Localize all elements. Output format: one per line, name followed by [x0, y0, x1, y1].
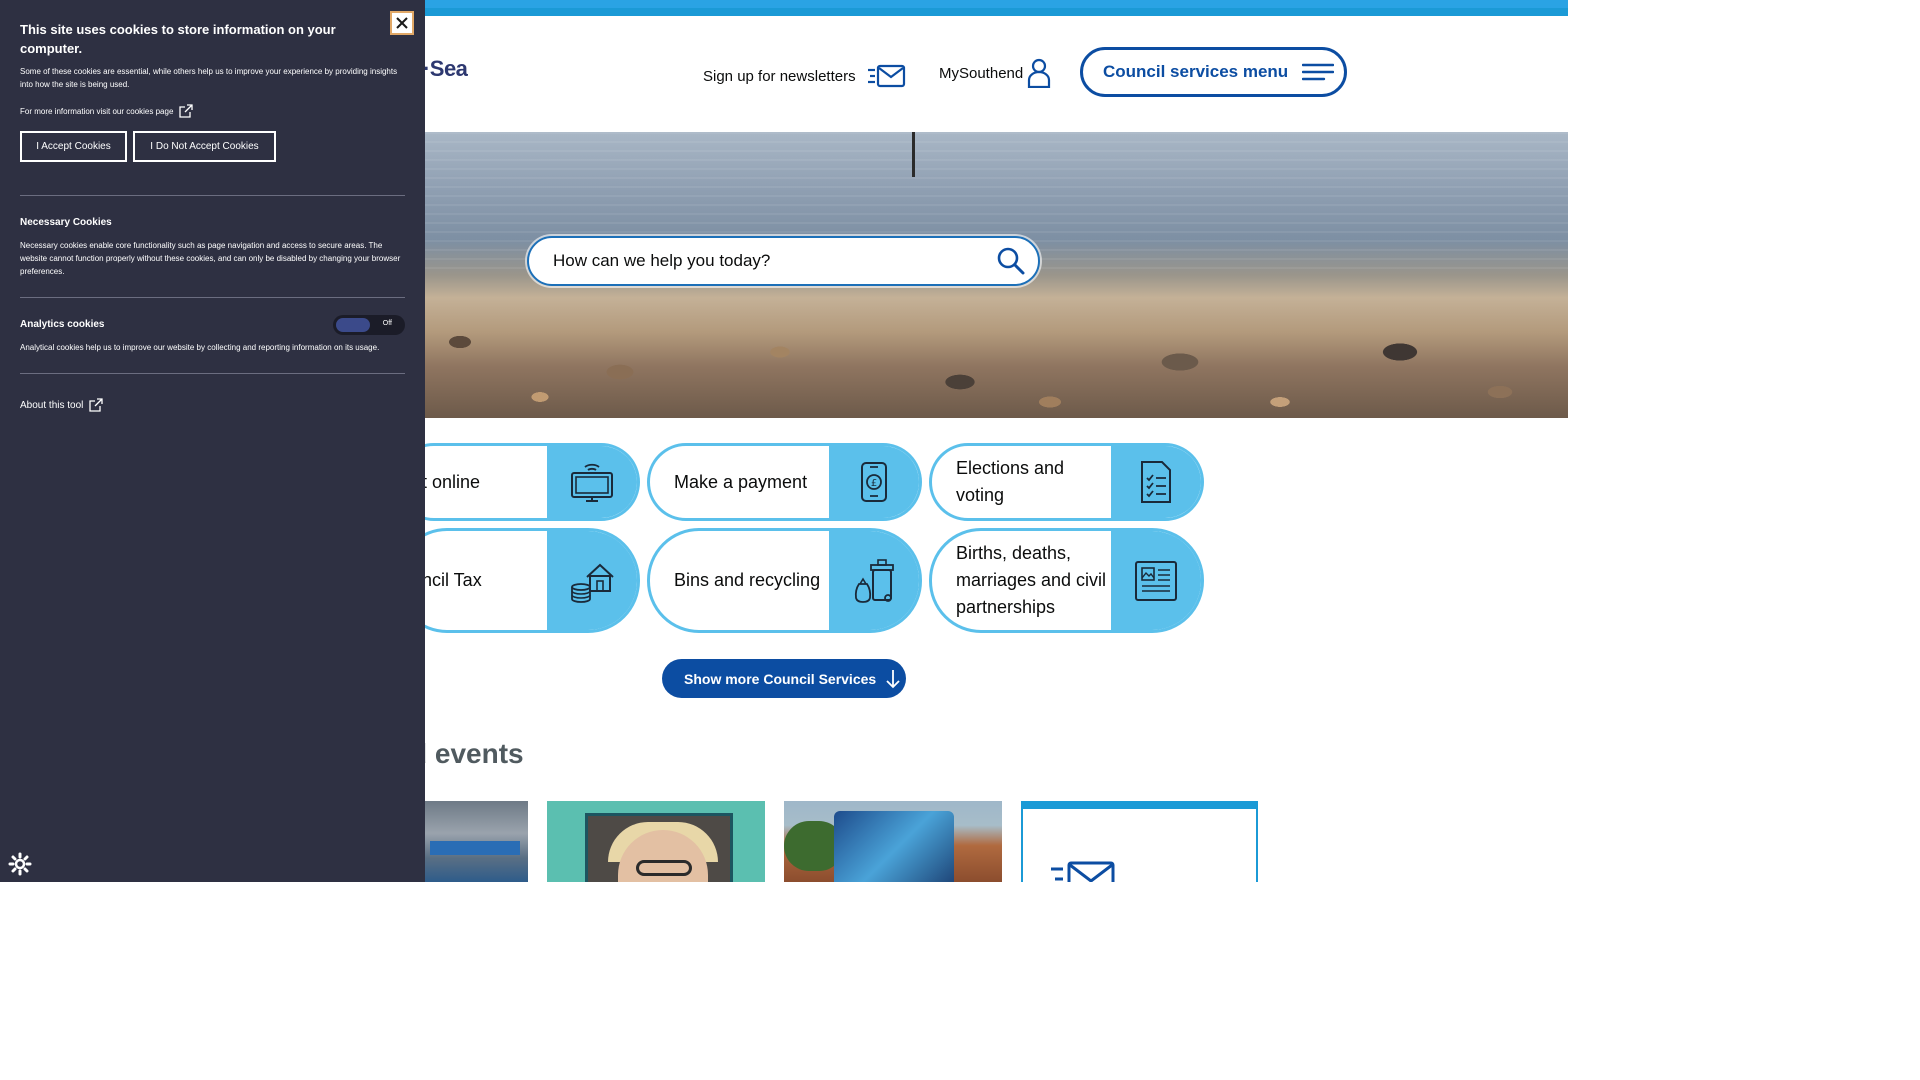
analytics-cookies-heading: Analytics cookies [20, 319, 105, 330]
house-coins-icon [547, 531, 637, 630]
svg-text:£: £ [871, 478, 877, 489]
card-portrait-glasses [636, 860, 692, 876]
external-link-icon [89, 398, 104, 412]
arrow-down-icon [886, 669, 900, 688]
news-card-portrait[interactable] [547, 801, 765, 882]
tile-label: Births, deaths, marriages and civil part… [956, 543, 1107, 617]
document-icon [1111, 531, 1201, 630]
close-icon[interactable] [390, 11, 414, 35]
council-services-menu-label: Council services menu [1103, 62, 1289, 81]
analytics-cookies-toggle[interactable]: Off [333, 315, 405, 335]
about-this-tool-label: About this tool [20, 399, 84, 411]
cookie-intro: Some of these cookies are essential, whi… [20, 67, 398, 89]
cookie-title: This site uses cookies to store informat… [20, 22, 336, 56]
hero-pole [912, 132, 915, 177]
search-input[interactable] [553, 251, 983, 271]
council-services-menu-button[interactable]: Council services menu [1080, 47, 1347, 97]
search-icon[interactable] [996, 246, 1026, 276]
user-icon [1028, 58, 1051, 88]
cookies-page-label: For more information visit our cookies p… [20, 106, 174, 116]
mysouthend-link[interactable]: MySouthend [939, 58, 1051, 88]
show-more-label: Show more Council Services [684, 670, 877, 687]
hamburger-icon [1302, 63, 1335, 81]
newsletter-label: Sign up for newsletters [703, 67, 856, 85]
tile-label: Make a payment [674, 471, 808, 492]
card-photo-detail [430, 841, 520, 855]
toggle-state-label: Off [382, 320, 392, 327]
site-search [527, 236, 1040, 286]
envelope-icon [1051, 861, 1115, 882]
tile-report-online[interactable]: t online [395, 443, 640, 521]
toggle-knob [336, 318, 370, 332]
decline-cookies-button[interactable]: I Do Not Accept Cookies [133, 131, 276, 162]
necessary-cookies-text: Necessary cookies enable core functional… [20, 241, 401, 276]
tile-elections-and-voting[interactable]: Elections and voting [929, 443, 1204, 521]
bins-icon [829, 531, 919, 630]
card-mural-artwork [834, 811, 954, 882]
tile-births-deaths-marriages[interactable]: Births, deaths, marriages and civil part… [929, 528, 1204, 633]
cookie-control-panel: This site uses cookies to store informat… [0, 0, 425, 882]
tile-make-a-payment[interactable]: Make a payment £ [647, 443, 922, 521]
envelope-icon [867, 64, 905, 88]
newsletter-link[interactable]: Sign up for newsletters [703, 64, 906, 88]
gear-icon [8, 852, 32, 876]
divider [20, 373, 405, 374]
tile-label: Elections and voting [956, 458, 1065, 505]
news-card-group-photo[interactable] [410, 801, 528, 882]
phone-payment-icon: £ [829, 446, 919, 518]
analytics-cookies-text: Analytical cookies help us to improve ou… [20, 343, 380, 352]
show-more-services-button[interactable]: Show more Council Services [662, 659, 906, 698]
news-card-newsletter[interactable] [1021, 801, 1258, 882]
card-portrait-frame [585, 813, 733, 882]
necessary-cookies-heading: Necessary Cookies [20, 217, 112, 228]
cookies-page-link[interactable]: For more information visit our cookies p… [20, 104, 194, 118]
tile-label: Bins and recycling [674, 570, 821, 590]
about-this-tool-link[interactable]: About this tool [20, 398, 104, 412]
tile-council-tax[interactable]: ncil Tax [395, 528, 640, 633]
computer-icon [547, 446, 637, 518]
external-link-icon [179, 104, 194, 118]
divider [20, 297, 405, 298]
news-card-mural[interactable] [784, 801, 1002, 882]
tile-bins-and-recycling[interactable]: Bins and recycling [647, 528, 922, 633]
accept-cookies-button[interactable]: I Accept Cookies [20, 131, 127, 162]
section-title-news-events: d events [410, 738, 524, 769]
divider [20, 195, 405, 196]
mysouthend-label: MySouthend [939, 64, 1024, 82]
checklist-icon [1111, 446, 1201, 518]
